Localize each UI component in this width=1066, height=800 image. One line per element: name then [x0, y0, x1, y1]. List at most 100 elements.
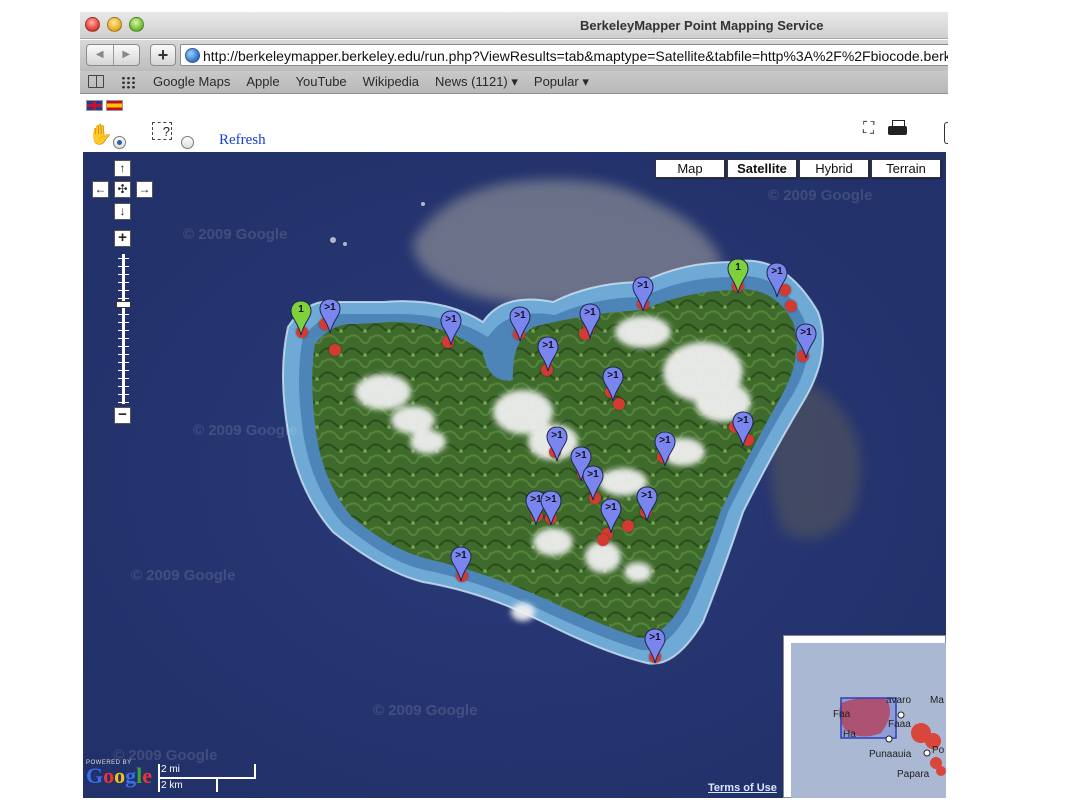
- address-bar[interactable]: http://berkeleymapper.berkeley.edu/run.p…: [180, 44, 948, 66]
- cluster-pin-marker[interactable]: >1: [766, 262, 788, 298]
- watermark-text: © 2009 Google: [768, 187, 873, 204]
- pan-right-button[interactable]: →: [136, 181, 153, 198]
- map-type-satellite-button[interactable]: Satellite: [727, 159, 797, 178]
- google-logo: POWERED BY Google: [86, 760, 153, 788]
- cluster-pin-marker[interactable]: >1: [654, 431, 676, 467]
- print-icon[interactable]: [888, 120, 908, 136]
- english-flag-icon[interactable]: [86, 100, 103, 111]
- marker-label: >1: [605, 502, 617, 513]
- refresh-link[interactable]: Refresh: [219, 132, 266, 149]
- cluster-pin-marker[interactable]: >1: [795, 323, 817, 359]
- google-logo-text: Google: [86, 763, 153, 788]
- minimize-window-button[interactable]: [107, 17, 122, 32]
- bookmark-popular[interactable]: Popular ▾: [534, 74, 589, 90]
- bookmark-wikipedia[interactable]: Wikipedia: [363, 74, 419, 90]
- terms-of-use-link[interactable]: Terms of Use: [708, 782, 777, 794]
- zoom-slider-thumb[interactable]: [116, 301, 131, 308]
- zoom-in-button[interactable]: +: [114, 230, 131, 247]
- bookmark-apple[interactable]: Apple: [246, 74, 279, 90]
- watermark-text: © 2009 Google: [183, 226, 288, 243]
- marker-label: >1: [584, 307, 596, 318]
- overview-map[interactable]: avaro Ma Faa Faaa Ha Po Punaauia Papara: [783, 635, 946, 798]
- bookmarks-bar: Google Maps Apple YouTube Wikipedia News…: [80, 71, 948, 94]
- cluster-pin-marker[interactable]: >1: [636, 486, 658, 522]
- cluster-pin-marker[interactable]: >1: [540, 490, 562, 526]
- record-point-marker[interactable]: [329, 344, 341, 356]
- cluster-pin-marker[interactable]: >1: [546, 426, 568, 462]
- map-type-map-button[interactable]: Map: [655, 159, 725, 178]
- cluster-pin-marker[interactable]: >1: [450, 546, 472, 582]
- single-pin-marker[interactable]: 1: [290, 300, 312, 336]
- overview-label: Ha: [843, 729, 856, 740]
- scale-bar: 2 mi 2 km: [158, 764, 258, 792]
- bookmark-news[interactable]: News (1121) ▾: [435, 74, 518, 90]
- overview-label: avaro: [886, 695, 912, 706]
- pan-left-button[interactable]: ←: [92, 181, 109, 198]
- cluster-pin-marker[interactable]: >1: [600, 498, 622, 534]
- zoom-out-button[interactable]: −: [114, 407, 131, 424]
- marker-label: >1: [659, 435, 671, 446]
- marker-label: >1: [575, 450, 587, 461]
- marker-label: >1: [771, 266, 783, 277]
- query-tool-radio[interactable]: [181, 136, 194, 149]
- watermark-text: © 2009 Google: [373, 702, 478, 719]
- nav-buttons: ◀ ▶: [86, 44, 140, 66]
- cluster-pin-marker[interactable]: >1: [319, 298, 341, 334]
- forward-arrow-icon[interactable]: ▶: [112, 45, 140, 65]
- cluster-pin-marker[interactable]: >1: [732, 411, 754, 447]
- marker-label: >1: [445, 314, 457, 325]
- fullscreen-icon[interactable]: ⛶: [863, 120, 874, 138]
- overview-label: Ma: [930, 695, 944, 706]
- add-bookmark-button[interactable]: +: [150, 44, 176, 66]
- spanish-flag-icon[interactable]: [106, 100, 123, 111]
- cluster-pin-marker[interactable]: >1: [632, 276, 654, 312]
- pan-up-button[interactable]: ↑: [114, 160, 131, 177]
- hand-pan-icon[interactable]: ✋: [88, 122, 113, 147]
- cluster-pin-marker[interactable]: >1: [602, 366, 624, 402]
- marker-label: >1: [551, 430, 563, 441]
- marker-label: >1: [587, 469, 599, 480]
- pan-tool-radio[interactable]: [113, 136, 126, 149]
- zoom-slider[interactable]: [116, 254, 131, 404]
- globe-icon: [185, 48, 200, 63]
- overview-label: Faaa: [888, 719, 911, 730]
- map-type-hybrid-button[interactable]: Hybrid: [799, 159, 869, 178]
- bookmarks-book-icon[interactable]: [88, 75, 104, 88]
- zoom-window-button[interactable]: [129, 17, 144, 32]
- marker-label: >1: [607, 370, 619, 381]
- query-rectangle-icon[interactable]: ?: [152, 122, 172, 140]
- overview-label: Po: [932, 745, 945, 756]
- cluster-pin-marker[interactable]: >1: [537, 336, 559, 372]
- overview-label: Faa: [833, 709, 851, 720]
- satellite-map[interactable]: © 2009 Google © 2009 Google © 2009 Googl…: [83, 152, 946, 798]
- marker-label: 1: [298, 304, 304, 315]
- marker-label: >1: [737, 415, 749, 426]
- pan-down-button[interactable]: ↓: [114, 203, 131, 220]
- marker-label: >1: [800, 327, 812, 338]
- cut-off-button[interactable]: [944, 122, 948, 144]
- marker-label: >1: [324, 302, 336, 313]
- pan-center-button[interactable]: ✣: [114, 181, 131, 198]
- record-point-marker[interactable]: [597, 534, 609, 546]
- watermark-text: © 2009 Google: [131, 567, 236, 584]
- close-window-button[interactable]: [85, 17, 100, 32]
- top-sites-grid-icon[interactable]: [121, 76, 136, 89]
- overview-label: Papara: [897, 769, 930, 780]
- map-type-terrain-button[interactable]: Terrain: [871, 159, 941, 178]
- cluster-pin-marker[interactable]: >1: [509, 306, 531, 342]
- browser-window: BerkeleyMapper Point Mapping Service ◀ ▶…: [80, 12, 948, 800]
- bookmark-google-maps[interactable]: Google Maps: [153, 74, 230, 90]
- cluster-pin-marker[interactable]: >1: [644, 628, 666, 664]
- scale-miles: 2 mi: [161, 764, 180, 775]
- cluster-pin-marker[interactable]: >1: [582, 465, 604, 501]
- record-point-marker[interactable]: [622, 520, 634, 532]
- single-pin-marker[interactable]: 1: [727, 258, 749, 294]
- cluster-pin-marker[interactable]: >1: [440, 310, 462, 346]
- marker-label: >1: [542, 340, 554, 351]
- url-text[interactable]: http://berkeleymapper.berkeley.edu/run.p…: [203, 48, 948, 64]
- cluster-pin-marker[interactable]: >1: [579, 303, 601, 339]
- marker-label: >1: [455, 550, 467, 561]
- bookmark-youtube[interactable]: YouTube: [296, 74, 347, 90]
- back-arrow-icon[interactable]: ◀: [87, 45, 113, 65]
- record-point-marker[interactable]: [785, 300, 797, 312]
